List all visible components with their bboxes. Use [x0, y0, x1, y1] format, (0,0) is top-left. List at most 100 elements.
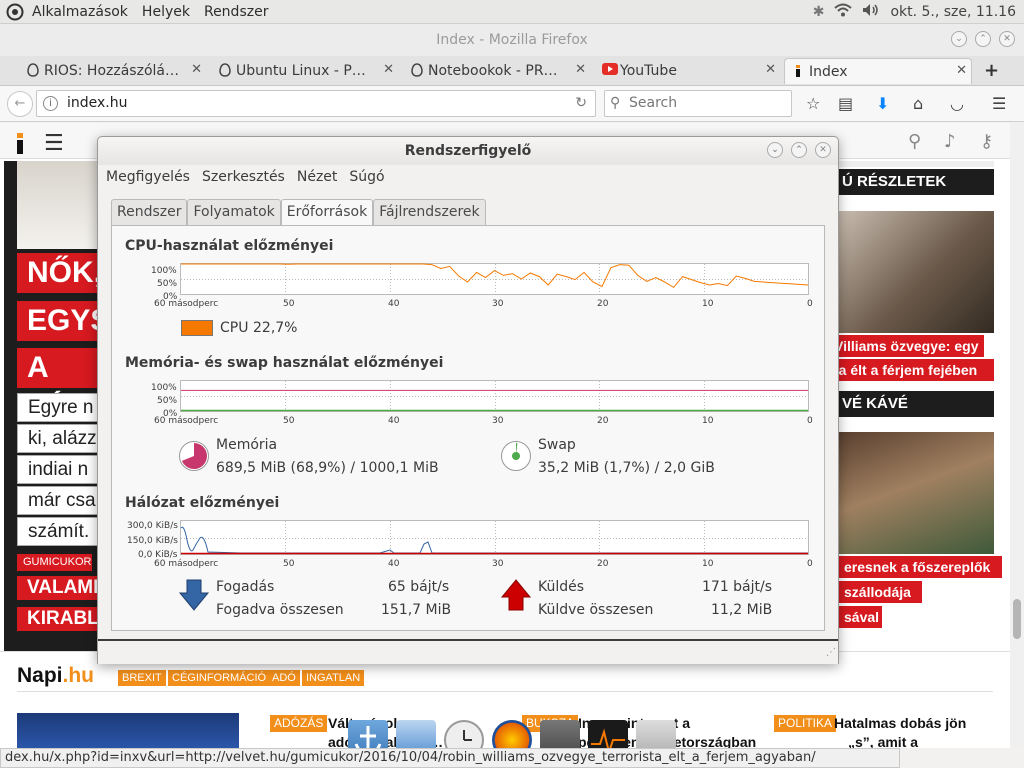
menu-icon[interactable]: ☰	[44, 131, 64, 156]
napi-logo[interactable]: Napi.hu	[17, 664, 94, 688]
home-icon[interactable]: ⌂	[913, 94, 923, 113]
wifi-icon[interactable]	[834, 3, 853, 21]
close-icon[interactable]: ✕	[999, 31, 1015, 47]
mem-xtick: 10	[702, 416, 714, 426]
bell-icon[interactable]: ♪	[944, 131, 956, 152]
receive-label: Fogadás	[216, 579, 275, 595]
headline-line[interactable]: VALAMI	[17, 576, 98, 600]
article-image[interactable]	[838, 432, 994, 554]
cpu-color-swatch[interactable]	[181, 320, 213, 336]
page-scrollbar[interactable]	[1010, 123, 1024, 748]
headline-line[interactable]: EGYS	[17, 301, 110, 341]
url-text[interactable]: index.hu	[67, 95, 128, 111]
mem-xtick: 20	[597, 416, 609, 426]
search-icon[interactable]: ⚲	[908, 131, 921, 152]
minimize-icon[interactable]: ⌄	[767, 142, 783, 158]
resize-grip-icon[interactable]: ⋰	[826, 647, 836, 658]
category-tag[interactable]: GUMICUKOR	[17, 554, 92, 571]
new-tab-icon[interactable]: +	[984, 60, 999, 81]
close-icon[interactable]: ✕	[815, 142, 831, 158]
send-arrow-icon[interactable]	[500, 578, 532, 612]
lead-line[interactable]: Egyre n	[17, 393, 98, 422]
napi-tag[interactable]: CÉGINFORMÁCIÓ	[168, 670, 271, 686]
bluetooth-icon[interactable]: ✱	[813, 4, 825, 20]
article-image[interactable]	[838, 211, 994, 333]
menu-szerkesztes[interactable]: Szerkesztés	[202, 169, 285, 185]
lead-line[interactable]: indiai n	[17, 455, 98, 484]
minimize-icon[interactable]: ⌄	[951, 31, 967, 47]
napi-tag[interactable]: INGATLAN	[302, 670, 365, 686]
tab-index[interactable]: Index ✕	[784, 58, 972, 84]
news-headline[interactable]: Hatalmas dobás jön	[834, 714, 966, 733]
news-image[interactable]	[17, 713, 239, 748]
search-input[interactable]: ⚲ Search	[604, 90, 792, 117]
article-caption[interactable]: Villiams özvegye: egy	[828, 335, 984, 357]
receive-arrow-icon[interactable]	[178, 578, 210, 612]
volume-icon[interactable]	[862, 3, 880, 21]
article-caption[interactable]: ta élt a férjem fejében	[828, 359, 994, 381]
download-icon[interactable]: ⬇	[876, 94, 889, 113]
tab-folyamatok[interactable]: Folyamatok	[187, 199, 281, 225]
sysmon-title: Rendszerfigyelő	[404, 143, 532, 159]
send-total-value: 11,2 MiB	[711, 602, 773, 618]
tab-close-icon[interactable]: ✕	[383, 62, 394, 77]
maximize-icon[interactable]: ⌃	[975, 31, 991, 47]
ubuntu-logo-icon[interactable]	[4, 1, 26, 23]
tab-close-icon[interactable]: ✕	[191, 62, 202, 77]
pocket-icon[interactable]: ◡	[950, 94, 964, 113]
tab-notebookok[interactable]: Notebookok - PR… ✕	[404, 58, 590, 84]
index-favicon-icon	[791, 64, 805, 78]
tab-ubuntu[interactable]: Ubuntu Linux - P… ✕	[212, 58, 398, 84]
key-icon[interactable]: ⚷	[980, 131, 993, 152]
menu-system[interactable]: Rendszer	[204, 4, 268, 20]
headline-line[interactable]: KIRABL	[17, 607, 99, 631]
menu-sugo[interactable]: Súgó	[349, 169, 384, 185]
bookmark-star-icon[interactable]: ☆	[806, 94, 820, 113]
menu-nezet[interactable]: Nézet	[297, 169, 338, 185]
maximize-icon[interactable]: ⌃	[791, 142, 807, 158]
back-icon[interactable]: ←	[7, 91, 33, 117]
tab-close-icon[interactable]: ✕	[765, 62, 776, 77]
tab-eroforrasok[interactable]: Erőforrások	[280, 199, 374, 226]
clock[interactable]: okt. 5., sze, 11.16	[890, 4, 1016, 20]
memory-pie-icon[interactable]	[178, 440, 210, 472]
tab-fajlrendszerek[interactable]: Fájlrendszerek	[373, 199, 486, 225]
tab-close-icon[interactable]: ✕	[956, 63, 967, 78]
cpu-history-graph	[180, 263, 809, 295]
headline-line[interactable]: NŐK,	[17, 253, 102, 293]
headline-line[interactable]: A FÉR	[17, 348, 98, 424]
tab-youtube[interactable]: YouTube ✕	[596, 58, 780, 84]
section-header[interactable]: VÉ KÁVÉ	[836, 391, 994, 417]
scrollbar-thumb[interactable]	[1013, 599, 1021, 639]
section-header[interactable]: Ú RÉSZLETEK	[836, 169, 994, 195]
news-tag[interactable]: POLITIKA	[774, 715, 837, 732]
tab-rios[interactable]: RIOS: Hozzászólá… ✕	[20, 58, 206, 84]
lead-line[interactable]: számít.	[17, 517, 98, 546]
menu-places[interactable]: Helyek	[142, 4, 190, 20]
article-caption[interactable]: eresnek a főszereplők	[838, 556, 1002, 578]
cpu-ytick: 50%	[157, 279, 178, 289]
tab-close-icon[interactable]: ✕	[575, 62, 586, 77]
lead-line[interactable]: már csa	[17, 486, 98, 515]
article-caption[interactable]: szállodája	[838, 581, 922, 603]
napi-tag[interactable]: ADÓ	[268, 670, 300, 686]
swap-value: 35,2 MiB (1,7%) / 2,0 GiB	[538, 460, 715, 476]
send-value: 171 bájt/s	[702, 579, 773, 595]
news-tag[interactable]: ADÓZÁS	[270, 715, 328, 732]
lead-line[interactable]: ki, alázz	[17, 424, 98, 453]
cpu-xtick: 30	[492, 299, 504, 309]
sysmon-titlebar[interactable]: Rendszerfigyelő ⌄ ⌃ ✕	[98, 137, 838, 165]
swap-pie-icon[interactable]	[500, 440, 532, 472]
reload-icon[interactable]: ↻	[575, 91, 587, 116]
menu-applications[interactable]: Alkalmazások	[32, 4, 128, 20]
news-headline[interactable]: „s”, amit a	[848, 733, 918, 748]
napi-tag[interactable]: BREXIT	[118, 670, 166, 686]
url-bar[interactable]: i index.hu ↻	[36, 90, 596, 117]
info-icon[interactable]: i	[43, 96, 58, 111]
reader-list-icon[interactable]: ▤	[838, 94, 853, 113]
menu-megfigyeles[interactable]: Megfigyelés	[106, 169, 190, 185]
article-caption[interactable]: sával	[838, 606, 882, 628]
favicon-icon	[26, 63, 40, 77]
tab-rendszer[interactable]: Rendszer	[111, 199, 188, 225]
hamburger-menu-icon[interactable]: ☰	[992, 94, 1006, 113]
